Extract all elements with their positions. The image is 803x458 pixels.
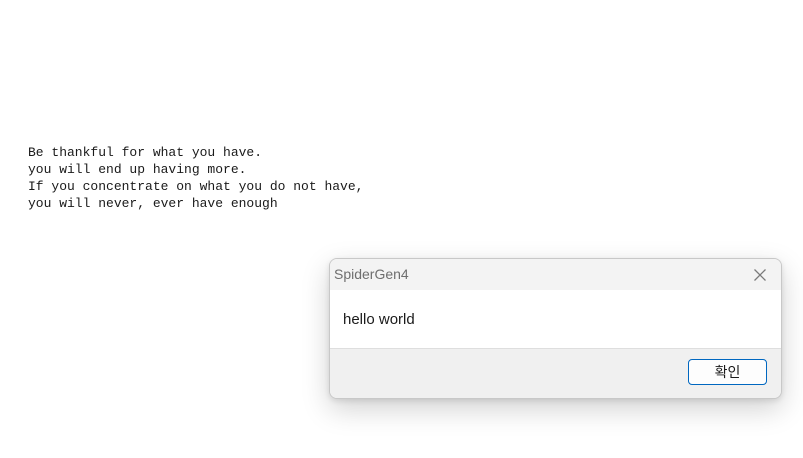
message-dialog: SpiderGen4 hello world 확인 [329, 258, 782, 399]
dialog-content: hello world [330, 290, 781, 349]
quote-line: Be thankful for what you have. [28, 145, 263, 160]
dialog-title: SpiderGen4 [334, 266, 409, 282]
close-button[interactable] [739, 259, 781, 290]
quote-text: Be thankful for what you have. you will … [28, 144, 363, 212]
dialog-titlebar[interactable]: SpiderGen4 [330, 259, 781, 290]
dialog-footer: 확인 [330, 349, 781, 398]
close-icon [753, 268, 767, 282]
dialog-message: hello world [343, 311, 415, 328]
quote-line: you will never, ever have enough [28, 196, 278, 211]
page: Be thankful for what you have. you will … [0, 0, 803, 458]
quote-line: If you concentrate on what you do not ha… [28, 179, 364, 194]
ok-button[interactable]: 확인 [688, 359, 767, 385]
quote-line: you will end up having more. [28, 162, 247, 177]
